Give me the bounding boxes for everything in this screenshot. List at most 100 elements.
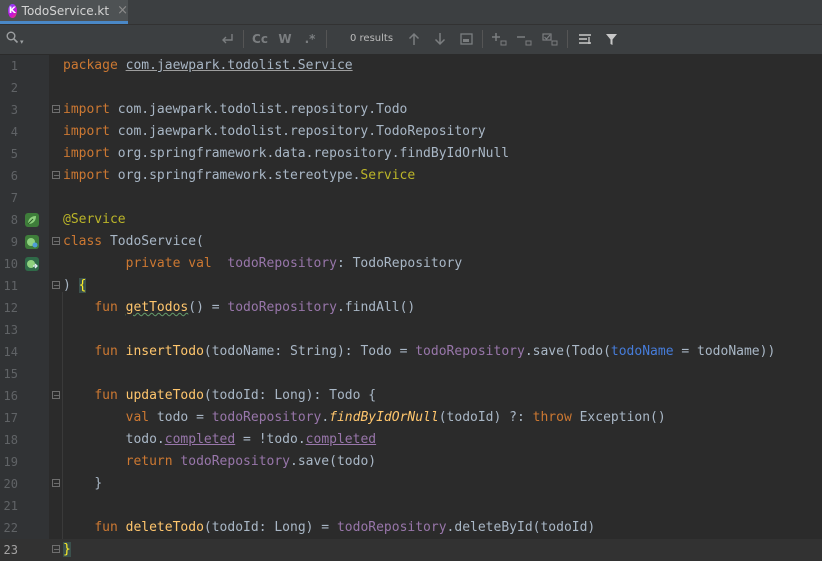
matched-brace: {: [78, 278, 87, 293]
code-text: }: [63, 539, 71, 561]
line-number: 23: [3, 543, 18, 557]
autowired-navigate-icon[interactable]: [25, 257, 39, 271]
arrow-up-icon[interactable]: [405, 30, 423, 48]
find-bar: ▾ Cc W .* 0 results: [0, 25, 822, 55]
select-all-occurrences-icon[interactable]: [541, 30, 559, 48]
code-line: 2: [0, 77, 822, 99]
search-icon[interactable]: [6, 31, 19, 48]
code-line: 22 fun deleteTodo(todoId: Long) = todoRe…: [0, 517, 822, 539]
line-number: 22: [3, 521, 18, 535]
line-number: 21: [3, 499, 18, 513]
line-number: 18: [3, 433, 18, 447]
line-number: 14: [3, 345, 18, 359]
add-occurrence-icon[interactable]: [490, 30, 508, 48]
newline-icon[interactable]: [218, 30, 236, 48]
line-number: 12: [3, 301, 18, 315]
spring-bean-icon[interactable]: [25, 213, 39, 227]
line-number: 15: [3, 367, 18, 381]
code-text: private val todoRepository: TodoReposito…: [125, 256, 463, 271]
chevron-down-icon[interactable]: ▾: [20, 38, 24, 46]
code-editor[interactable]: 1 package com.jaewpark.todolist.Service …: [0, 55, 822, 561]
arrow-down-icon[interactable]: [431, 30, 449, 48]
line-number: 10: [3, 257, 18, 271]
filter-results-icon[interactable]: [576, 30, 594, 48]
line-number: 3: [10, 103, 18, 117]
fold-icon[interactable]: −: [52, 171, 60, 180]
code-line: 11 − ) {: [0, 275, 822, 297]
code-text: import com.jaewpark.todolist.repository.…: [63, 124, 486, 139]
code-line: 17 val todo = todoRepository.findByIdOrN…: [0, 407, 822, 429]
fold-icon[interactable]: −: [52, 281, 60, 290]
spring-bean-navigate-icon[interactable]: [25, 235, 39, 249]
toolbar-divider: [326, 30, 327, 48]
code-line: 1 package com.jaewpark.todolist.Service: [0, 55, 822, 77]
code-text: todo.completed = !todo.completed: [125, 432, 377, 447]
code-text: ) {: [63, 278, 87, 293]
code-text: import com.jaewpark.todolist.repository.…: [63, 102, 408, 117]
code-line-current: 23 − }: [0, 539, 822, 561]
match-case-button[interactable]: Cc: [250, 30, 270, 48]
search-input[interactable]: ▾: [4, 29, 240, 49]
line-number: 9: [10, 235, 18, 249]
toolbar-divider: [482, 30, 483, 48]
matched-brace: }: [63, 542, 71, 557]
regex-button[interactable]: .*: [302, 30, 318, 48]
code-line: 10 private val todoRepository: TodoRepos…: [0, 253, 822, 275]
open-in-window-icon[interactable]: [457, 30, 475, 48]
line-number: 8: [10, 213, 18, 227]
code-line: 8 @Service: [0, 209, 822, 231]
fold-icon[interactable]: −: [52, 545, 60, 554]
fold-icon[interactable]: −: [52, 391, 60, 400]
close-icon[interactable]: ×: [117, 3, 128, 18]
line-number: 1: [10, 59, 18, 73]
code-text: class TodoService(: [63, 234, 204, 249]
code-text: fun deleteTodo(todoId: Long) = todoRepos…: [94, 520, 596, 535]
kotlin-file-icon: K: [8, 3, 17, 18]
code-text: return todoRepository.save(todo): [125, 454, 377, 469]
code-text: import org.springframework.stereotype.Se…: [63, 168, 416, 183]
line-number: 16: [3, 389, 18, 403]
remove-occurrence-icon[interactable]: [515, 30, 533, 48]
code-line: 19 return todoRepository.save(todo): [0, 451, 822, 473]
code-line: 16 − fun updateTodo(todoId: Long): Todo …: [0, 385, 822, 407]
code-line: 4 import com.jaewpark.todolist.repositor…: [0, 121, 822, 143]
code-line: 13: [0, 319, 822, 341]
line-number: 20: [3, 477, 18, 491]
code-text: package com.jaewpark.todolist.Service: [63, 58, 353, 73]
line-number: 11: [3, 279, 18, 293]
line-number: 2: [10, 81, 18, 95]
fold-icon[interactable]: −: [52, 237, 60, 246]
toolbar-divider: [567, 30, 568, 48]
code-line: 7: [0, 187, 822, 209]
line-number: 6: [10, 169, 18, 183]
words-button[interactable]: W: [277, 30, 293, 48]
line-number: 7: [10, 191, 18, 205]
funnel-icon[interactable]: [602, 30, 620, 48]
code-text: import org.springframework.data.reposito…: [63, 146, 510, 161]
code-text: }: [94, 476, 103, 491]
code-line: 3 − import com.jaewpark.todolist.reposit…: [0, 99, 822, 121]
editor-tab-bar: K TodoService.kt ×: [0, 0, 822, 25]
code-text: fun getTodos() = todoRepository.findAll(…: [94, 300, 416, 315]
tab-todoservice[interactable]: K TodoService.kt ×: [0, 0, 128, 24]
fold-icon[interactable]: −: [52, 479, 60, 488]
code-text: fun insertTodo(todoName: String): Todo =…: [94, 344, 776, 359]
line-number: 4: [10, 125, 18, 139]
code-line: 20 − }: [0, 473, 822, 495]
line-number: 13: [3, 323, 18, 337]
code-line: 14 fun insertTodo(todoName: String): Tod…: [0, 341, 822, 363]
code-text: val todo = todoRepository.findByIdOrNull…: [125, 410, 666, 425]
line-number: 17: [3, 411, 18, 425]
code-text: @Service: [63, 212, 126, 227]
line-number: 19: [3, 455, 18, 469]
code-line: 18 todo.completed = !todo.completed: [0, 429, 822, 451]
code-text: fun updateTodo(todoId: Long): Todo {: [94, 388, 377, 403]
code-line: 15: [0, 363, 822, 385]
code-line: 12 fun getTodos() = todoRepository.findA…: [0, 297, 822, 319]
fold-icon[interactable]: −: [52, 105, 60, 114]
code-line: 9 − class TodoService(: [0, 231, 822, 253]
line-number: 5: [10, 147, 18, 161]
code-line: 5 import org.springframework.data.reposi…: [0, 143, 822, 165]
tab-label: TodoService.kt: [21, 3, 110, 18]
toolbar-divider: [243, 30, 244, 48]
